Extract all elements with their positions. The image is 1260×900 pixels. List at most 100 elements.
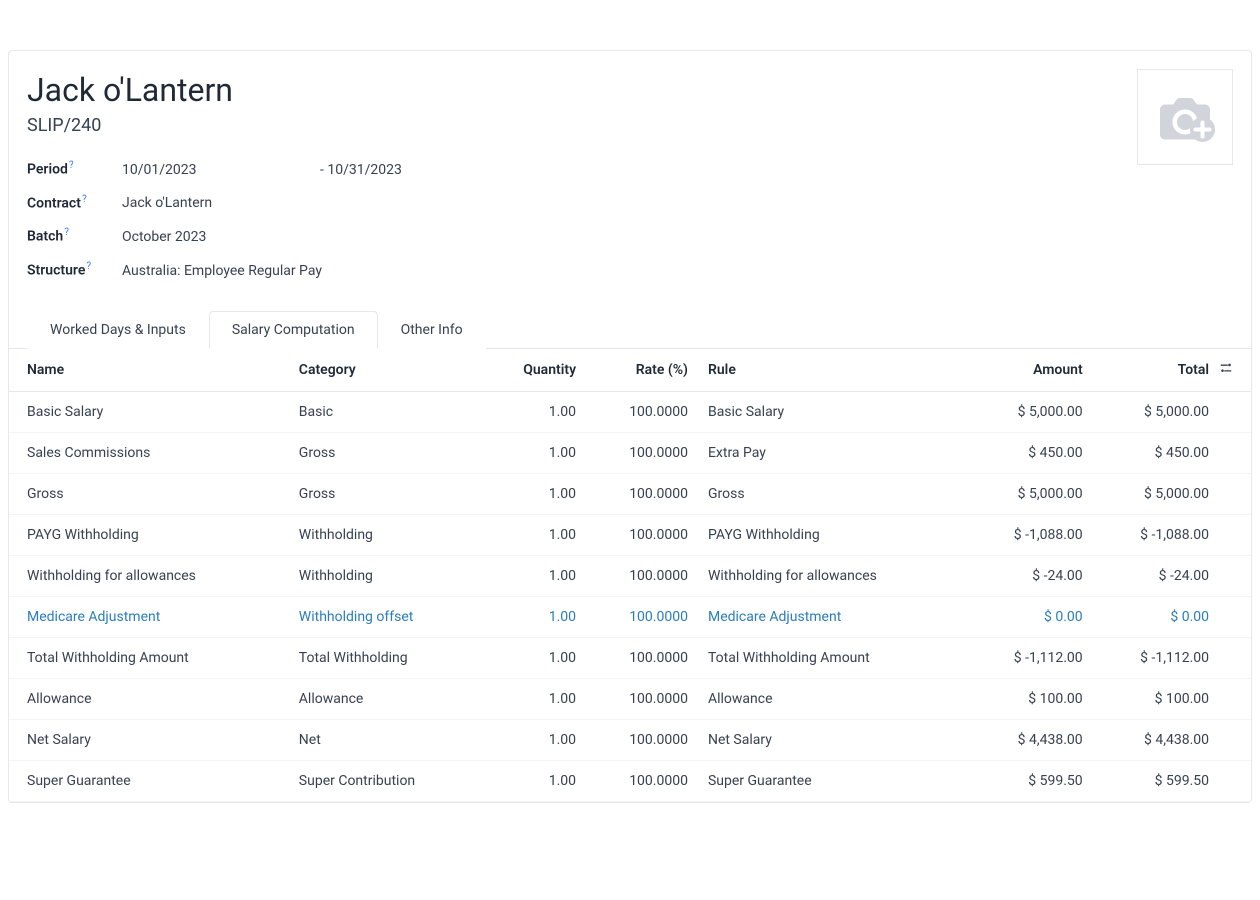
cell-total: $ 450.00 (1093, 432, 1219, 473)
cell-amount: $ 5,000.00 (966, 391, 1092, 432)
cell-name: Total Withholding Amount (9, 637, 289, 678)
table-row[interactable]: Sales CommissionsGross1.00100.0000Extra … (9, 432, 1251, 473)
cell-rule: PAYG Withholding (698, 514, 966, 555)
cell-amount: $ -1,088.00 (966, 514, 1092, 555)
cell-pad (1219, 596, 1251, 637)
cell-category: Basic (289, 391, 483, 432)
help-icon[interactable]: ? (69, 160, 74, 171)
help-icon[interactable]: ? (64, 227, 69, 238)
help-icon[interactable]: ? (86, 261, 91, 272)
cell-rule: Basic Salary (698, 391, 966, 432)
cell-name: Net Salary (9, 719, 289, 760)
cell-rate: 100.0000 (586, 391, 698, 432)
cell-name: Allowance (9, 678, 289, 719)
tab-other-info[interactable]: Other Info (378, 311, 486, 349)
cell-amount: $ -24.00 (966, 555, 1092, 596)
cell-quantity: 1.00 (483, 391, 586, 432)
table-row[interactable]: PAYG WithholdingWithholding1.00100.0000P… (9, 514, 1251, 555)
camera-plus-icon (1154, 92, 1216, 142)
table-row[interactable]: Total Withholding AmountTotal Withholdin… (9, 637, 1251, 678)
cell-amount: $ 100.00 (966, 678, 1092, 719)
cell-rate: 100.0000 (586, 760, 698, 801)
image-upload[interactable] (1137, 69, 1233, 165)
cell-pad (1219, 555, 1251, 596)
cell-category: Super Contribution (289, 760, 483, 801)
cell-category: Total Withholding (289, 637, 483, 678)
cell-quantity: 1.00 (483, 637, 586, 678)
cell-rule: Allowance (698, 678, 966, 719)
cell-quantity: 1.00 (483, 760, 586, 801)
cell-quantity: 1.00 (483, 678, 586, 719)
period-sep: - (320, 162, 324, 178)
cell-rate: 100.0000 (586, 596, 698, 637)
batch-value[interactable]: October 2023 (122, 219, 402, 253)
table-row[interactable]: AllowanceAllowance1.00100.0000Allowance$… (9, 678, 1251, 719)
cell-name: Gross (9, 473, 289, 514)
contract-label: Contract? (27, 186, 122, 220)
cell-amount: $ 599.50 (966, 760, 1092, 801)
cell-total: $ -24.00 (1093, 555, 1219, 596)
cell-amount: $ -1,112.00 (966, 637, 1092, 678)
col-name[interactable]: Name (9, 349, 289, 392)
cell-name: Super Guarantee (9, 760, 289, 801)
cell-category: Net (289, 719, 483, 760)
cell-category: Withholding offset (289, 596, 483, 637)
cell-rule: Total Withholding Amount (698, 637, 966, 678)
period-to[interactable]: 10/31/2023 (327, 162, 402, 178)
cell-rate: 100.0000 (586, 514, 698, 555)
col-options[interactable] (1219, 349, 1251, 392)
cell-name: Medicare Adjustment (9, 596, 289, 637)
cell-pad (1219, 514, 1251, 555)
contract-value[interactable]: Jack o'Lantern (122, 186, 402, 220)
col-amount[interactable]: Amount (966, 349, 1092, 392)
structure-label: Structure? (27, 253, 122, 287)
cell-rate: 100.0000 (586, 719, 698, 760)
cell-quantity: 1.00 (483, 514, 586, 555)
col-total[interactable]: Total (1093, 349, 1219, 392)
cell-rate: 100.0000 (586, 555, 698, 596)
cell-quantity: 1.00 (483, 473, 586, 514)
cell-rule: Withholding for allowances (698, 555, 966, 596)
cell-pad (1219, 637, 1251, 678)
cell-rule: Net Salary (698, 719, 966, 760)
cell-category: Withholding (289, 555, 483, 596)
table-row[interactable]: Withholding for allowancesWithholding1.0… (9, 555, 1251, 596)
col-quantity[interactable]: Quantity (483, 349, 586, 392)
period-value: 10/01/2023 - 10/31/2023 (122, 152, 402, 186)
structure-value[interactable]: Australia: Employee Regular Pay (122, 253, 402, 287)
cell-pad (1219, 719, 1251, 760)
cell-quantity: 1.00 (483, 719, 586, 760)
cell-total: $ 599.50 (1093, 760, 1219, 801)
cell-amount: $ 0.00 (966, 596, 1092, 637)
cell-category: Gross (289, 432, 483, 473)
table-row[interactable]: Net SalaryNet1.00100.0000Net Salary$ 4,4… (9, 719, 1251, 760)
period-label: Period? (27, 152, 122, 186)
col-category[interactable]: Category (289, 349, 483, 392)
period-from[interactable]: 10/01/2023 (122, 162, 197, 178)
help-icon[interactable]: ? (82, 194, 87, 205)
cell-pad (1219, 432, 1251, 473)
cell-rule: Medicare Adjustment (698, 596, 966, 637)
cell-amount: $ 5,000.00 (966, 473, 1092, 514)
cell-rate: 100.0000 (586, 473, 698, 514)
cell-name: Basic Salary (9, 391, 289, 432)
col-rate[interactable]: Rate (%) (586, 349, 698, 392)
cell-name: Sales Commissions (9, 432, 289, 473)
cell-pad (1219, 391, 1251, 432)
tab-worked-days[interactable]: Worked Days & Inputs (27, 311, 209, 349)
table-row[interactable]: GrossGross1.00100.0000Gross$ 5,000.00$ 5… (9, 473, 1251, 514)
tab-salary-computation[interactable]: Salary Computation (209, 311, 378, 349)
cell-total: $ -1,088.00 (1093, 514, 1219, 555)
slip-number: SLIP/240 (27, 115, 1233, 136)
table-row[interactable]: Super GuaranteeSuper Contribution1.00100… (9, 760, 1251, 801)
table-row[interactable]: Medicare AdjustmentWithholding offset1.0… (9, 596, 1251, 637)
col-rule[interactable]: Rule (698, 349, 966, 392)
header-section: Jack o'Lantern SLIP/240 Period? 10/01/20… (9, 51, 1251, 307)
table-row[interactable]: Basic SalaryBasic1.00100.0000Basic Salar… (9, 391, 1251, 432)
cell-total: $ 5,000.00 (1093, 391, 1219, 432)
cell-rate: 100.0000 (586, 678, 698, 719)
payslip-form: Jack o'Lantern SLIP/240 Period? 10/01/20… (8, 50, 1252, 803)
cell-pad (1219, 760, 1251, 801)
cell-category: Withholding (289, 514, 483, 555)
cell-amount: $ 450.00 (966, 432, 1092, 473)
